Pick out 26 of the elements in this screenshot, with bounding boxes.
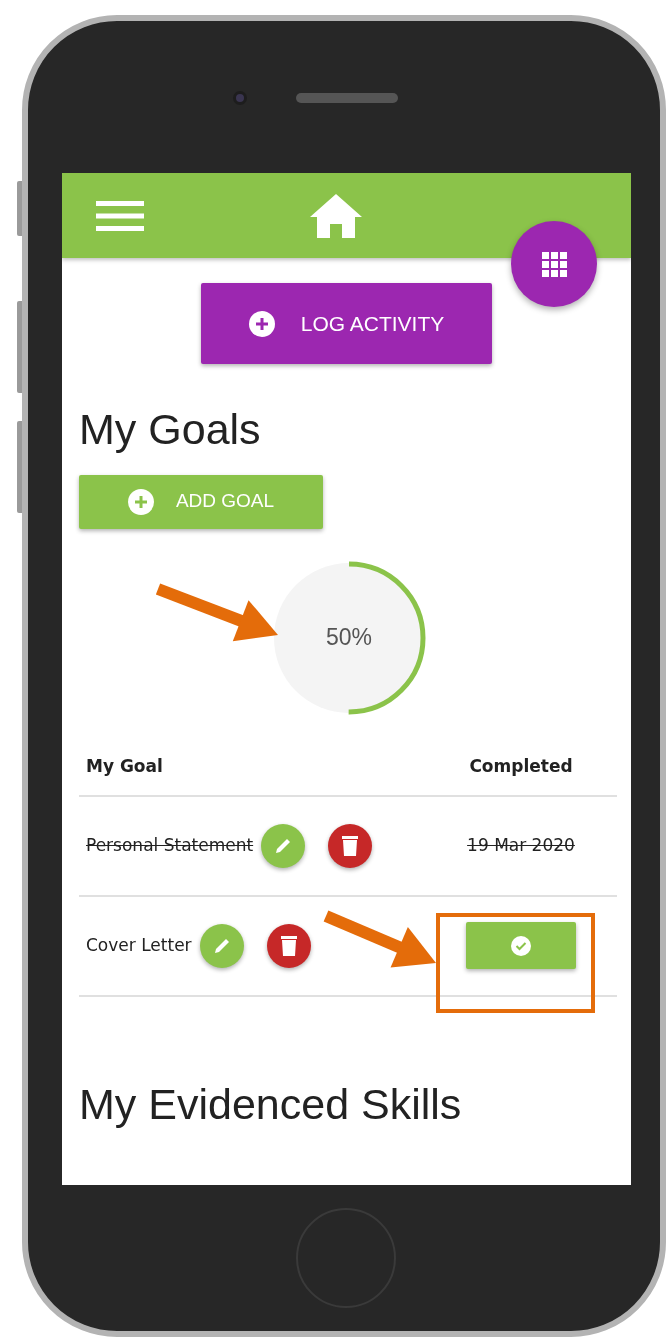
progress-reading: 50% bbox=[325, 623, 372, 653]
trash-icon bbox=[342, 835, 359, 856]
delete-button[interactable] bbox=[328, 823, 373, 868]
delete-button[interactable] bbox=[266, 923, 311, 968]
column-header: My Goal bbox=[86, 755, 163, 779]
column-header: Completed bbox=[469, 755, 573, 779]
menu-button[interactable] bbox=[96, 200, 144, 231]
trash-icon bbox=[280, 935, 297, 956]
section-heading: My Goals bbox=[79, 404, 262, 455]
goal-title: Personal Statement bbox=[86, 833, 254, 857]
plus-circle-icon bbox=[248, 310, 275, 337]
log-activity-button[interactable]: LOG ACTIVITY bbox=[201, 283, 492, 364]
plus-circle-icon bbox=[127, 488, 154, 515]
completed-date: 19 Mar 2020 bbox=[467, 833, 575, 857]
goal-title: Cover Letter bbox=[86, 933, 192, 957]
check-circle-icon bbox=[511, 935, 531, 956]
camera-icon bbox=[233, 91, 247, 105]
mark-complete-button[interactable] bbox=[466, 922, 576, 970]
home-button[interactable] bbox=[310, 193, 362, 238]
menu-icon bbox=[96, 200, 144, 231]
grid-icon bbox=[541, 251, 567, 277]
home-icon bbox=[310, 193, 362, 238]
edit-button[interactable] bbox=[199, 923, 244, 968]
section-heading: My Evidenced Skills bbox=[79, 1078, 463, 1130]
edit-button[interactable] bbox=[261, 823, 306, 868]
apps-button[interactable] bbox=[511, 221, 597, 307]
